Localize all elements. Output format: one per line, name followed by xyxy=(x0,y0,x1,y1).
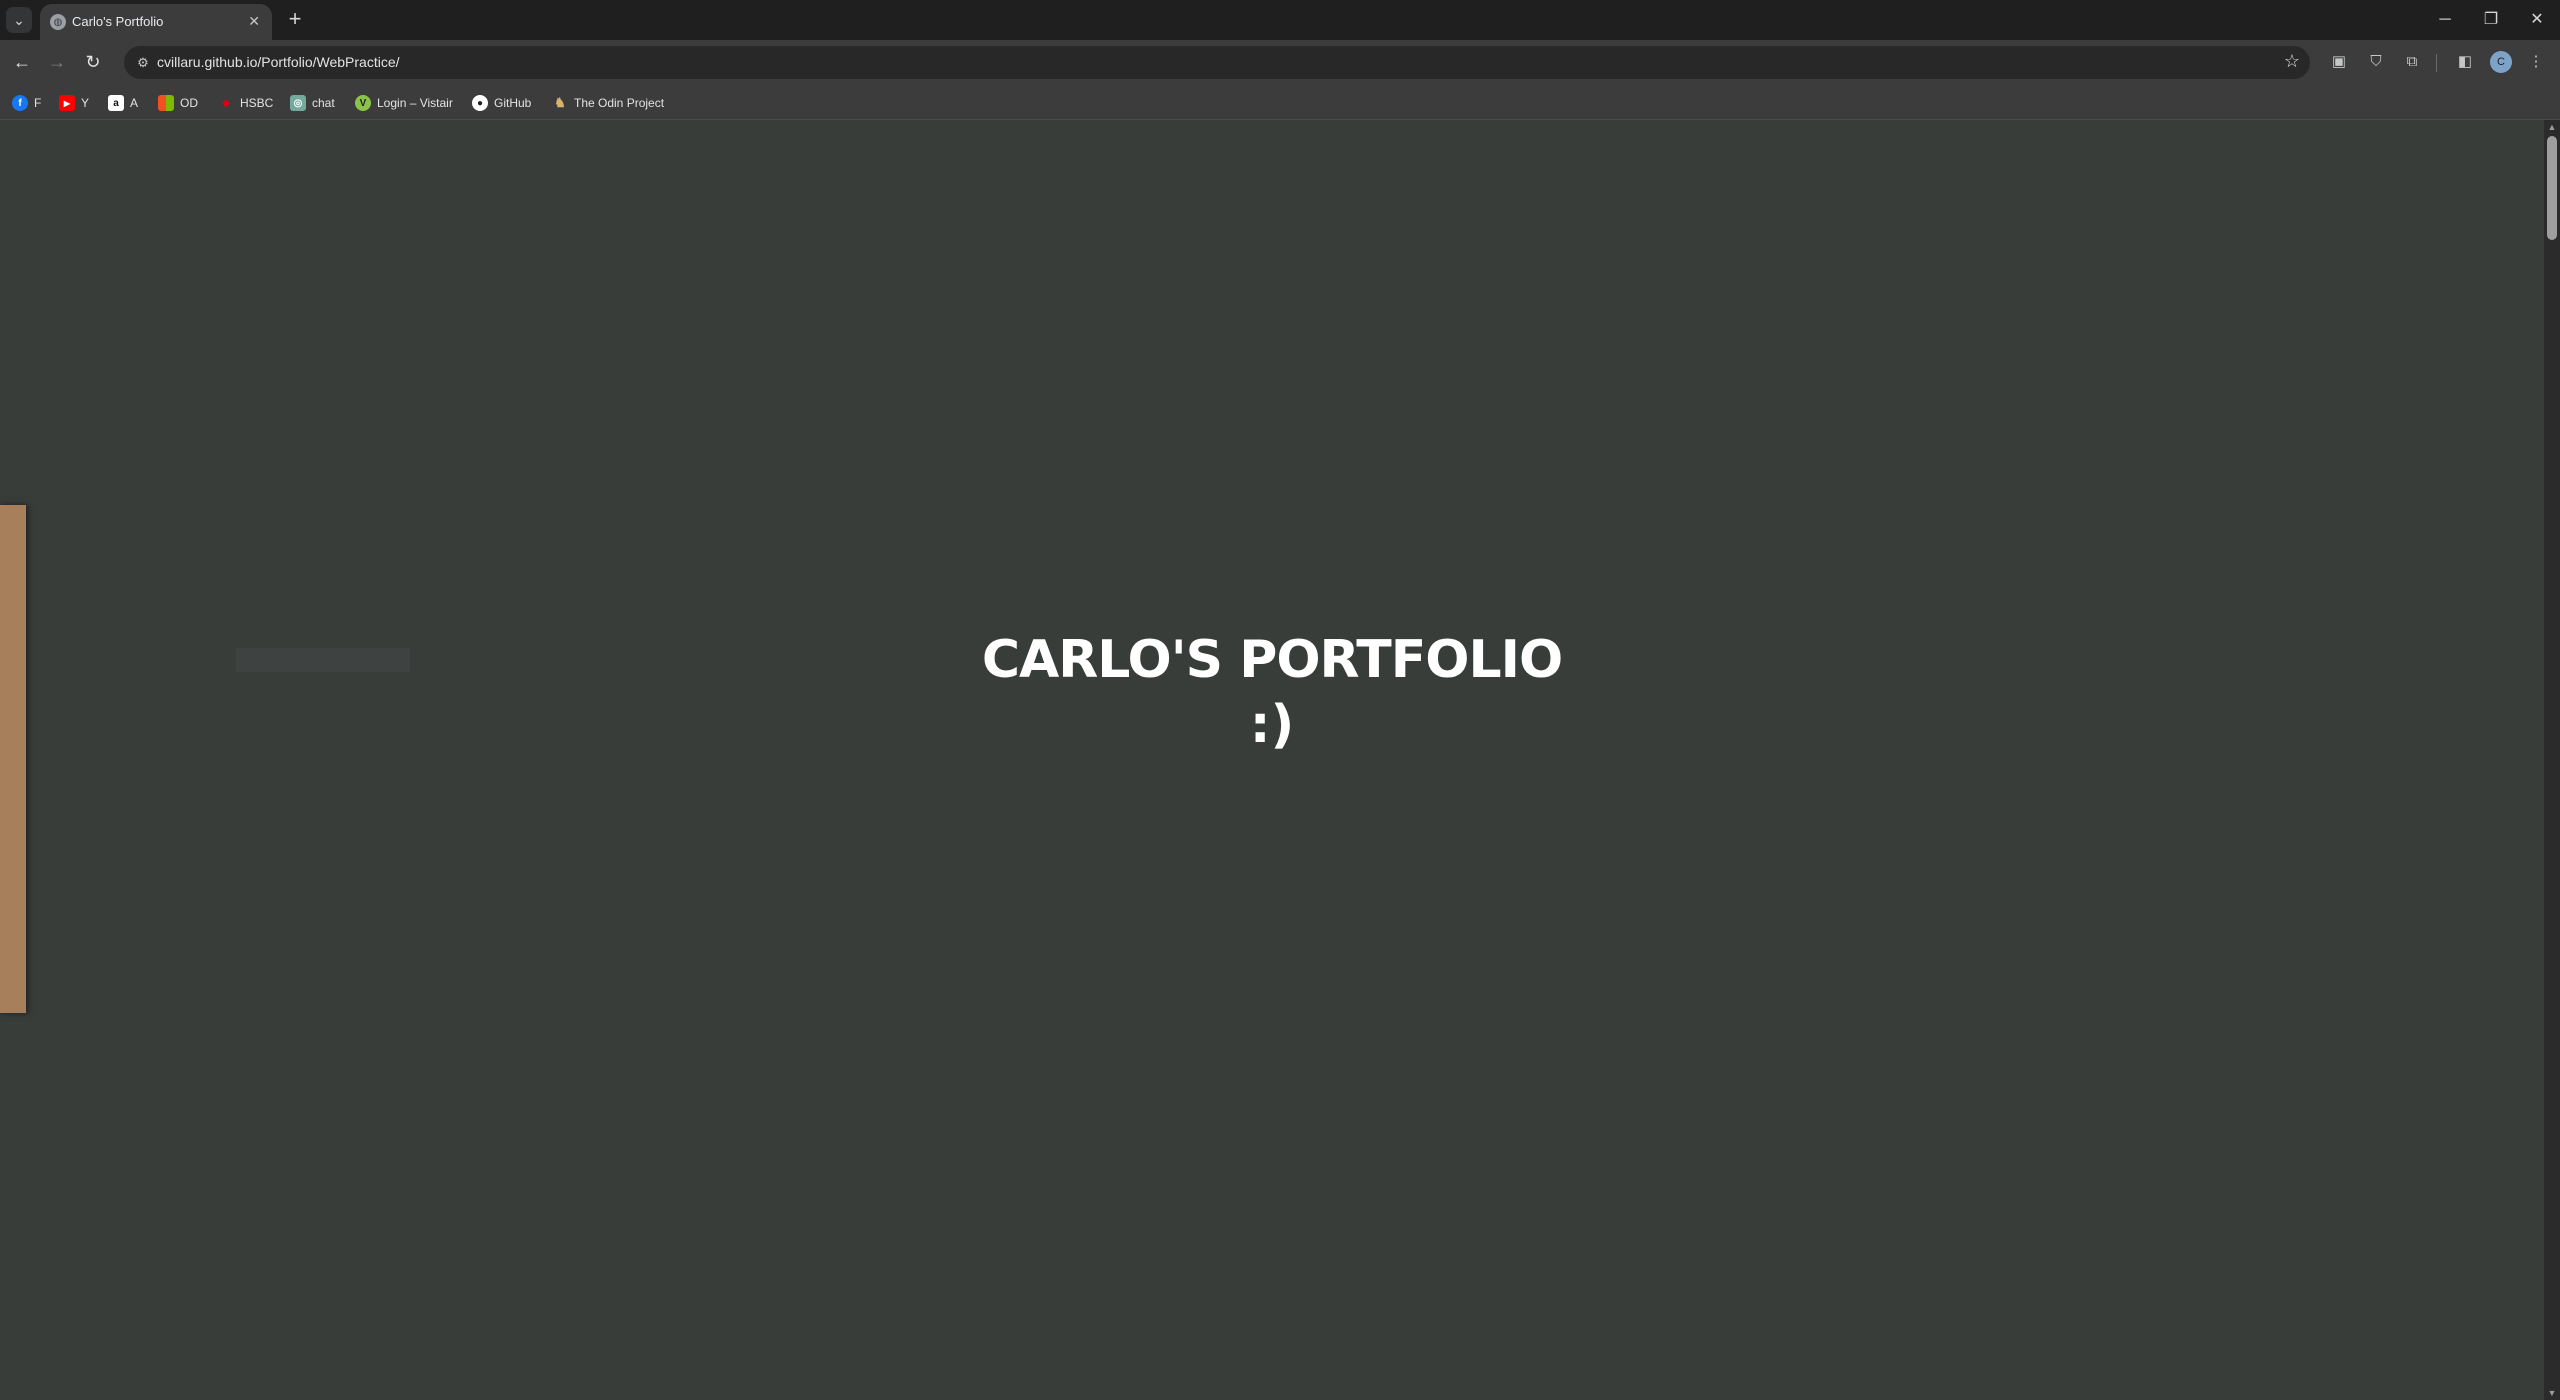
new-tab-button[interactable]: + xyxy=(282,7,308,33)
bookmark-label: Login – Vistair xyxy=(377,96,453,110)
side-panel-icon[interactable]: ◧ xyxy=(2454,51,2476,73)
scroll-down-arrow-icon[interactable]: ▼ xyxy=(2544,1386,2560,1400)
extension-shield-icon[interactable]: ⛉ xyxy=(2365,51,2387,73)
bookmark-label: The Odin Project xyxy=(574,96,665,110)
site-info-icon[interactable]: ⚙ xyxy=(132,52,154,74)
restore-button[interactable]: ❐ xyxy=(2468,6,2514,34)
bookmark-star-icon[interactable]: ☆ xyxy=(2284,51,2300,72)
scrollbar-thumb[interactable] xyxy=(2547,136,2557,240)
bookmarks-bar: f F ▶ Y a A ▦ OD ◆ HSBC ◎ chat V Login –… xyxy=(0,85,2560,120)
globe-icon: ◍ xyxy=(50,14,66,30)
url-text[interactable]: cvillaru.github.io/Portfolio/WebPractice… xyxy=(157,54,400,70)
bookmark-facebook[interactable]: f F xyxy=(12,93,41,113)
vistair-icon: V xyxy=(355,95,371,111)
bookmark-label: F xyxy=(34,96,42,110)
back-arrow-icon[interactable]: ← xyxy=(8,48,36,76)
extension-translate-icon[interactable]: ▣ xyxy=(2328,51,2350,73)
bookmark-label: Y xyxy=(81,96,90,110)
odin-project-icon: ♞ xyxy=(554,95,566,110)
browser-toolbar: ← → ↻ ⚙ cvillaru.github.io/Portfolio/Web… xyxy=(0,40,2560,85)
extensions-puzzle-icon[interactable]: ⧉ xyxy=(2401,51,2423,73)
bookmark-od[interactable]: ▦ OD xyxy=(158,93,198,113)
address-bar[interactable]: ⚙ cvillaru.github.io/Portfolio/WebPracti… xyxy=(124,46,2310,79)
tab-title: Carlo's Portfolio xyxy=(72,14,164,29)
tab-strip: ⌄ ◍ Carlo's Portfolio ✕ + ─ ❐ ✕ xyxy=(0,0,2560,40)
github-icon: ● xyxy=(472,95,488,111)
bookmark-amazon[interactable]: a A xyxy=(108,93,138,113)
hsbc-icon: ◆ xyxy=(222,97,230,109)
youtube-icon: ▶ xyxy=(59,95,75,111)
amazon-icon: a xyxy=(108,95,124,111)
vertical-scrollbar[interactable]: ▲ ▼ xyxy=(2544,120,2560,1400)
tab-close-icon[interactable]: ✕ xyxy=(248,13,260,30)
bookmark-label: chat xyxy=(312,96,335,110)
page-title: CARLO'S PORTFOLIO xyxy=(981,630,1563,690)
bookmark-label: A xyxy=(130,96,139,110)
menu-kebab-icon[interactable]: ⋮ xyxy=(2525,51,2547,73)
profile-avatar[interactable]: C xyxy=(2490,51,2512,73)
tab-search-chevron-icon[interactable]: ⌄ xyxy=(6,7,32,33)
bookmark-github[interactable]: ● GitHub xyxy=(472,93,531,113)
bookmark-vistair[interactable]: V Login – Vistair xyxy=(355,93,453,113)
bookmark-label: OD xyxy=(180,96,198,110)
page-subtitle: :) xyxy=(1249,695,1295,755)
reload-icon[interactable]: ↻ xyxy=(79,48,107,76)
microsoft-icon: ▦ xyxy=(158,95,174,111)
tab-active[interactable]: ◍ Carlo's Portfolio ✕ xyxy=(40,4,272,40)
bookmark-odin-project[interactable]: ♞ The Odin Project xyxy=(552,93,664,113)
forward-arrow-icon[interactable]: → xyxy=(43,48,71,76)
bookmark-hsbc[interactable]: ◆ HSBC xyxy=(218,93,273,113)
toolbar-divider xyxy=(2436,54,2437,72)
bookmark-label: GitHub xyxy=(494,96,532,110)
facebook-icon: f xyxy=(12,95,28,111)
chatgpt-icon: ◎ xyxy=(290,95,306,111)
bookmark-chat[interactable]: ◎ chat xyxy=(290,93,335,113)
scroll-up-arrow-icon[interactable]: ▲ xyxy=(2544,120,2560,134)
bookmark-label: HSBC xyxy=(240,96,274,110)
minimize-button[interactable]: ─ xyxy=(2422,6,2468,34)
close-window-button[interactable]: ✕ xyxy=(2514,6,2560,34)
page-viewport: CARLO'S PORTFOLIO :) xyxy=(0,120,2544,1400)
side-panel-tab[interactable] xyxy=(0,505,26,1013)
bookmark-youtube[interactable]: ▶ Y xyxy=(59,93,89,113)
